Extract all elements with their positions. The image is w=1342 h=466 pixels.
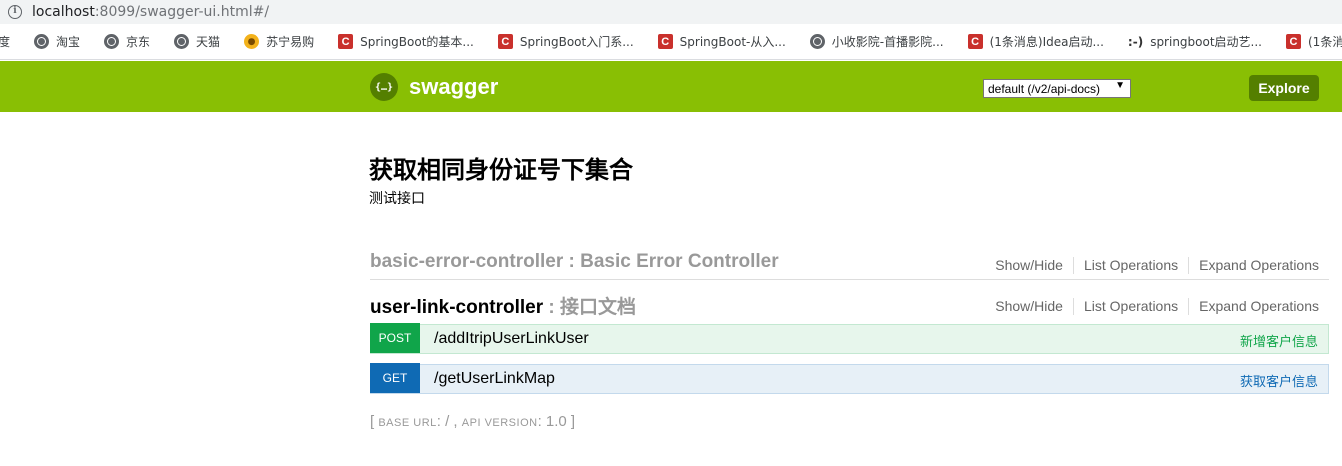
bookmark-item[interactable]: C SpringBoot的基本... bbox=[338, 33, 474, 50]
api-docs-select-value: default (/v2/api-docs) bbox=[988, 81, 1101, 96]
resource-actions: Show/Hide List Operations Expand Operati… bbox=[985, 298, 1319, 315]
method-badge-get[interactable]: GET bbox=[370, 363, 420, 393]
api-title: 获取相同身份证号下集合 bbox=[369, 156, 633, 184]
operation-get-user-link-map[interactable]: GET /getUserLinkMap 获取客户信息 bbox=[370, 363, 1329, 394]
list-operations-link[interactable]: List Operations bbox=[1074, 257, 1190, 274]
bookmark-label: (1条消息)GitHu bbox=[1308, 35, 1342, 49]
resource-description: Basic Error Controller bbox=[580, 251, 779, 272]
swagger-header: {…} swagger bbox=[0, 61, 1342, 112]
bookmark-label: 小收影院-首播影院... bbox=[831, 35, 944, 49]
text-icon: :-) bbox=[1127, 34, 1144, 49]
dropdown-arrow-icon: ▼ bbox=[1115, 80, 1125, 91]
swagger-logo-text: swagger bbox=[409, 74, 499, 99]
info-icon[interactable]: i bbox=[8, 5, 22, 19]
explore-button[interactable]: Explore bbox=[1249, 75, 1319, 101]
swagger-logo-icon: {…} bbox=[370, 73, 398, 101]
show-hide-link[interactable]: Show/Hide bbox=[985, 257, 1074, 274]
swagger-logo[interactable]: {…} swagger bbox=[370, 73, 498, 101]
expand-operations-link[interactable]: Expand Operations bbox=[1189, 298, 1319, 315]
list-operations-link[interactable]: List Operations bbox=[1074, 298, 1190, 315]
bookmark-label: 度 bbox=[0, 33, 10, 50]
bookmark-label: 京东 bbox=[126, 35, 151, 49]
base-url-label: BASE URL bbox=[378, 417, 437, 429]
bookmark-item[interactable]: 小收影院-首播影院... bbox=[809, 33, 944, 50]
operation-summary[interactable]: 新增客户信息 bbox=[1240, 331, 1318, 350]
show-hide-link[interactable]: Show/Hide bbox=[985, 298, 1074, 315]
operation-path[interactable]: /addItripUserLinkUser bbox=[434, 330, 589, 348]
bookmark-label: SpringBoot的基本... bbox=[360, 35, 474, 49]
api-footer: [ BASE URL: / , API VERSION: 1.0 ] bbox=[370, 413, 575, 430]
bookmark-item[interactable]: 天猫 bbox=[174, 33, 220, 50]
address-bar[interactable]: i localhost:8099/swagger-ui.html#/ bbox=[0, 0, 1342, 24]
bookmark-item[interactable]: 度 bbox=[0, 33, 10, 50]
globe-icon bbox=[809, 34, 825, 49]
expand-operations-link[interactable]: Expand Operations bbox=[1189, 257, 1319, 274]
api-version-value: : 1.0 ] bbox=[537, 413, 576, 430]
resource-name: basic-error-controller bbox=[370, 251, 564, 272]
suning-icon: ● bbox=[244, 34, 260, 49]
bookmark-label: SpringBoot入门系... bbox=[519, 35, 634, 49]
url-path: :8099/swagger-ui.html#/ bbox=[94, 4, 270, 20]
csdn-icon: C bbox=[497, 34, 513, 49]
bookmark-label: springboot启动艺... bbox=[1150, 35, 1262, 49]
resource-heading[interactable]: user-link-controller : 接口文档 bbox=[370, 292, 636, 319]
resource-description: 接口文档 bbox=[560, 297, 637, 318]
bookmark-label: SpringBoot-从入... bbox=[679, 35, 786, 49]
resource-separator: : bbox=[543, 297, 561, 318]
bookmark-item[interactable]: ● 苏宁易购 bbox=[244, 33, 314, 50]
bookmarks-bar: 度 淘宝 京东 天猫 ● 苏宁易购 C SpringBoot的基本... C Spri… bbox=[0, 24, 1342, 60]
url-host: localhost bbox=[32, 4, 95, 20]
bookmark-item[interactable]: C SpringBoot-从入... bbox=[657, 33, 786, 50]
base-url-value: : / , bbox=[436, 413, 462, 430]
operation-summary[interactable]: 获取客户信息 bbox=[1240, 371, 1318, 390]
bookmark-item[interactable]: 京东 bbox=[104, 33, 150, 50]
csdn-icon: C bbox=[338, 34, 354, 49]
api-description: 测试接口 bbox=[369, 191, 425, 207]
api-docs-select[interactable]: default (/v2/api-docs) ▼ bbox=[983, 79, 1131, 98]
bookmark-item[interactable]: C SpringBoot入门系... bbox=[497, 33, 634, 50]
bookmark-item[interactable]: :-) springboot启动艺... bbox=[1128, 33, 1262, 50]
bookmark-item[interactable]: C (1条消息)GitHu bbox=[1286, 33, 1342, 50]
operation-path[interactable]: /getUserLinkMap bbox=[434, 370, 555, 388]
resource-name: user-link-controller bbox=[370, 297, 544, 318]
globe-icon bbox=[34, 34, 50, 49]
bookmark-label: 天猫 bbox=[196, 35, 221, 49]
bookmark-label: 淘宝 bbox=[56, 35, 81, 49]
resource-user-link-controller: user-link-controller : 接口文档 Show/Hide Li… bbox=[370, 285, 1329, 321]
resource-heading[interactable]: basic-error-controller : Basic Error Con… bbox=[370, 251, 779, 273]
resource-actions: Show/Hide List Operations Expand Operati… bbox=[985, 257, 1319, 274]
globe-icon bbox=[104, 34, 120, 49]
operation-post-add-user-link[interactable]: POST /addItripUserLinkUser 新增客户信息 bbox=[370, 323, 1329, 354]
bookmark-label: (1条消息)Idea启动... bbox=[989, 35, 1104, 49]
bookmark-item[interactable]: 淘宝 bbox=[34, 33, 80, 50]
resource-basic-error-controller: basic-error-controller : Basic Error Con… bbox=[370, 244, 1329, 280]
api-version-label: API VERSION bbox=[461, 417, 538, 429]
globe-icon bbox=[174, 34, 190, 49]
bookmark-label: 苏宁易购 bbox=[266, 35, 315, 49]
resource-separator: : bbox=[563, 251, 581, 272]
bookmark-item[interactable]: C (1条消息)Idea启动... bbox=[967, 33, 1104, 50]
csdn-icon: C bbox=[657, 34, 673, 49]
method-badge-post[interactable]: POST bbox=[370, 323, 420, 353]
csdn-icon: C bbox=[1286, 34, 1301, 49]
csdn-icon: C bbox=[967, 34, 983, 49]
